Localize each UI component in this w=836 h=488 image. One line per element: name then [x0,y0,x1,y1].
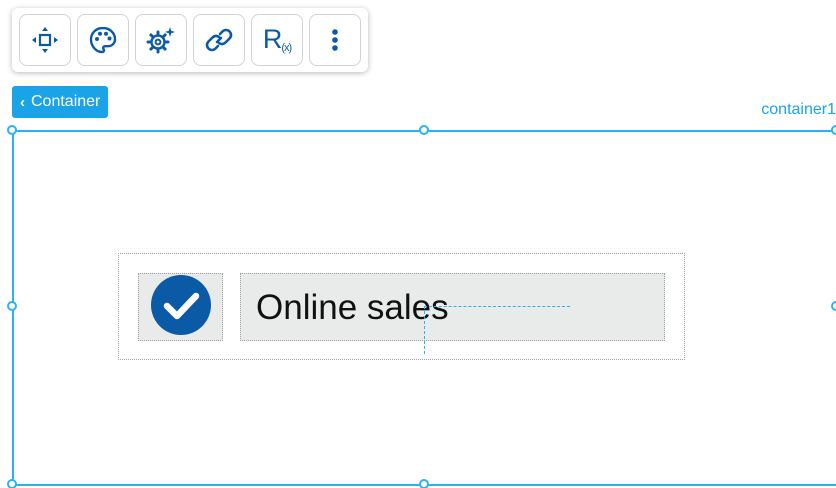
settings-button[interactable] [135,14,187,66]
chevron-left-icon: ‹ [20,93,25,111]
resize-handle-left[interactable] [7,301,17,311]
gear-sparkle-icon [145,25,177,55]
link-icon [204,25,234,55]
formula-button[interactable]: R(x) [251,14,303,66]
more-vertical-icon [330,25,340,55]
resize-handle-bottom-left[interactable] [7,479,17,488]
widget-toolbar: R(x) [12,8,368,72]
label-cell[interactable]: Online sales [240,273,665,341]
alignment-guide-vertical [424,306,425,354]
parent-container-breadcrumb[interactable]: ‹ Container [12,86,109,118]
move-arrows-icon [30,25,60,55]
resize-handle-top-right[interactable] [831,125,836,135]
selection-name-label: container1 [761,101,836,118]
more-button[interactable] [309,14,361,66]
checkbox-cell[interactable] [138,273,223,341]
formula-icon: R(x) [262,24,292,54]
check-circle-icon [150,274,212,341]
breadcrumb-label: Container [31,93,101,110]
resize-handle-right[interactable] [831,301,836,311]
palette-icon [88,25,118,55]
alignment-guide-horizontal [424,306,570,307]
style-button[interactable] [77,14,129,66]
move-button[interactable] [19,14,71,66]
item-label: Online sales [256,288,449,327]
link-button[interactable] [193,14,245,66]
resize-handle-top[interactable] [419,125,429,135]
editor-canvas: R(x) ‹ Container container1 Online sales [0,0,836,488]
resize-handle-top-left[interactable] [7,125,17,135]
resize-handle-bottom[interactable] [419,479,429,488]
